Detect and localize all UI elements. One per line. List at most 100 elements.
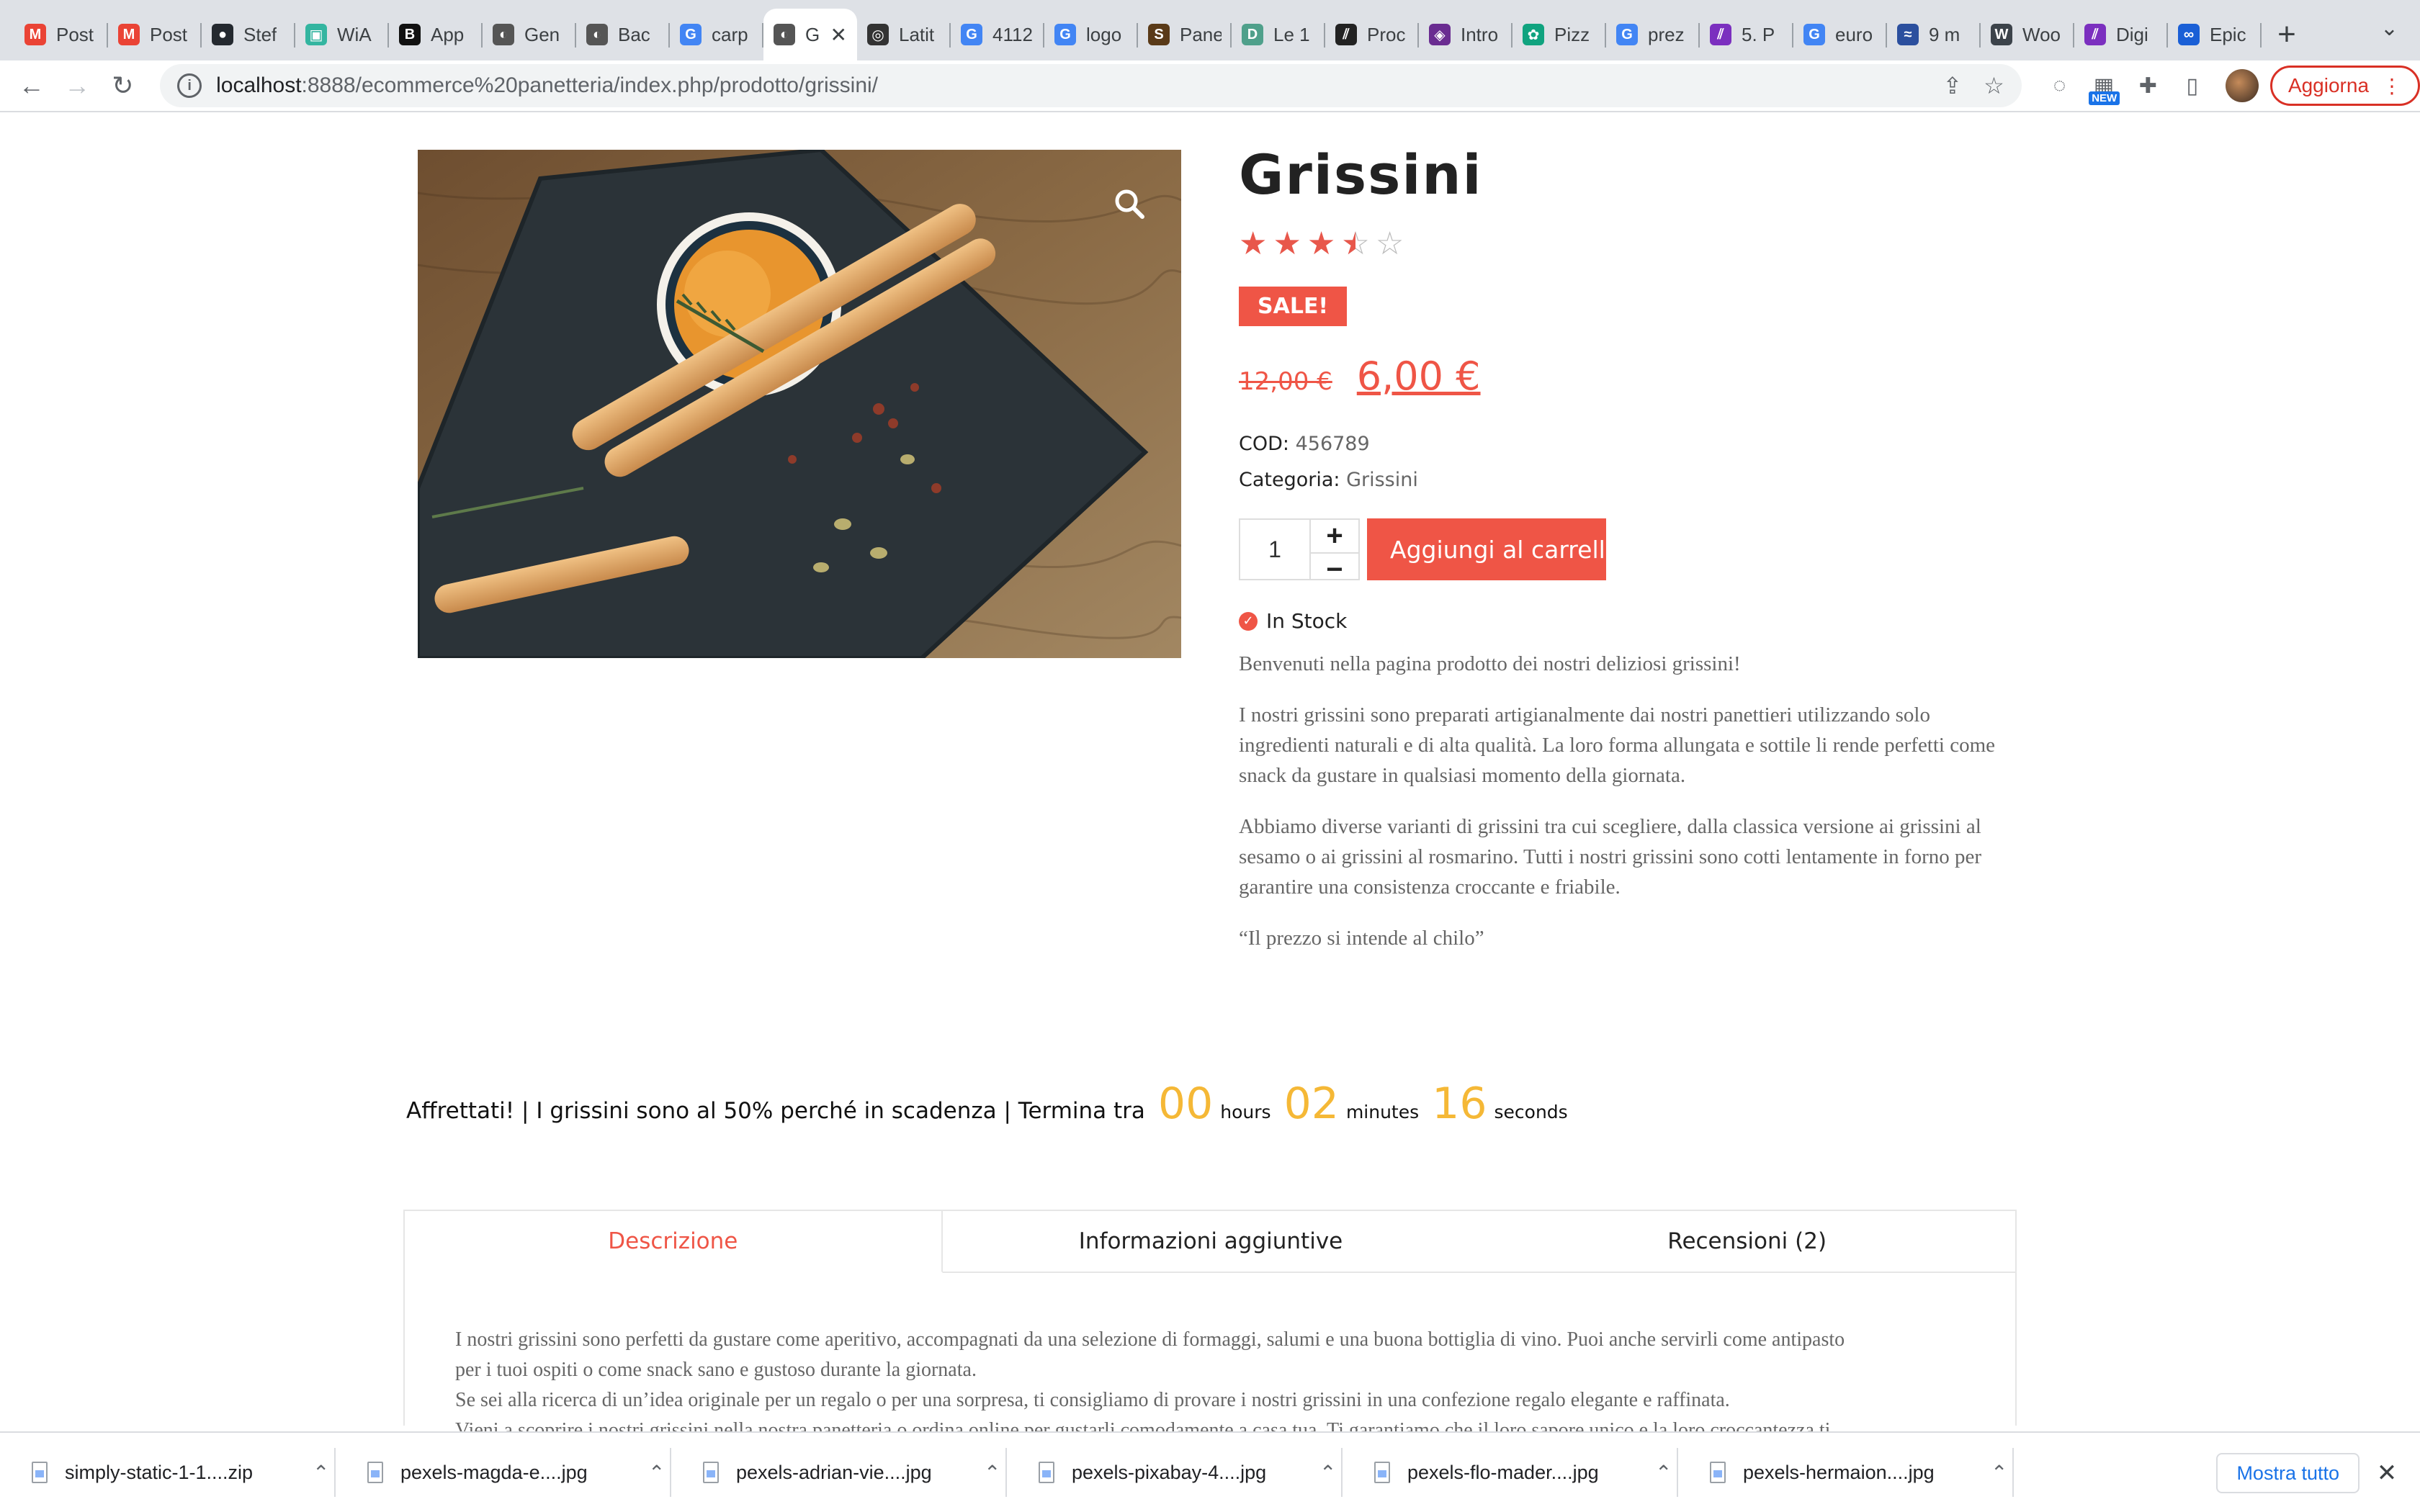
- product-image[interactable]: [418, 150, 1181, 658]
- url-text[interactable]: localhost:8888/ecommerce%20panetteria/in…: [216, 73, 1921, 98]
- quantity-plus-button[interactable]: +: [1311, 520, 1358, 554]
- browser-tab[interactable]: Geuro: [1793, 9, 1887, 60]
- browser-tab[interactable]: ◈ Intro: [1419, 9, 1512, 60]
- download-shelf: simply-static-1-1....zip ⌃ pexels-magda-e.…: [0, 1431, 2420, 1512]
- tab-search-chevron-icon[interactable]: ⌄: [2380, 16, 2398, 41]
- download-item[interactable]: pexels-magda-e....jpg ⌃: [336, 1432, 671, 1512]
- reload-button[interactable]: ↻: [100, 63, 145, 109]
- chevron-up-icon[interactable]: ⌃: [1319, 1461, 1336, 1485]
- browser-tab[interactable]: Gprez: [1606, 9, 1700, 60]
- side-panel-icon[interactable]: ▯: [2170, 63, 2214, 108]
- tab-title: Le 1: [1273, 23, 1310, 45]
- download-filename: pexels-adrian-vie....jpg: [736, 1461, 932, 1483]
- download-item[interactable]: pexels-pixabay-4....jpg ⌃: [1007, 1432, 1343, 1512]
- bookmark-star-icon[interactable]: ☆: [1984, 72, 2004, 99]
- browser-tab[interactable]: ∞ Epic: [2168, 9, 2262, 60]
- tab-recensioni[interactable]: Recensioni (2): [1479, 1211, 2015, 1272]
- tab-informazioni-aggiuntive[interactable]: Informazioni aggiuntive: [943, 1211, 1479, 1272]
- download-filename: pexels-pixabay-4....jpg: [1072, 1461, 1267, 1483]
- countdown-text: Affrettati! | I grissini sono al 50% per…: [406, 1098, 1145, 1124]
- google-icon: G: [1616, 24, 1638, 45]
- category-link[interactable]: Grissini: [1346, 469, 1418, 491]
- browser-tab[interactable]: Gcarp: [670, 9, 763, 60]
- chevron-up-icon[interactable]: ⌃: [313, 1461, 329, 1485]
- chevron-up-icon[interactable]: ⌃: [1991, 1461, 2007, 1485]
- browser-tab[interactable]: M Post: [14, 9, 108, 60]
- google-icon: G: [961, 24, 982, 45]
- sale-badge: SALE!: [1239, 287, 1348, 326]
- browser-toolbar: ← → ↻ i localhost:8888/ecommerce%20panet…: [0, 60, 2420, 112]
- add-to-cart-button[interactable]: Aggiungi al carrello: [1367, 518, 1606, 580]
- browser-tab[interactable]: ≈9 m: [1887, 9, 1981, 60]
- share-icon[interactable]: ⇪: [1942, 72, 1962, 99]
- browser-tab-strip: M Post M Post ● Stef ▣ WiA B App ◐ Gen ◐ Bac Gcarp ◐ G ✕ ◎…: [0, 0, 2420, 60]
- tab-title: Post: [150, 23, 188, 45]
- download-item[interactable]: pexels-hermaion....jpg ⌃: [1678, 1432, 2014, 1512]
- countdown-minutes: 02: [1283, 1079, 1339, 1129]
- site-info-icon[interactable]: i: [177, 73, 202, 98]
- short-description: Benvenuti nella pagina prodotto dei nost…: [1239, 649, 2002, 953]
- sale-price: 6,00 €: [1356, 354, 1481, 399]
- show-all-downloads-button[interactable]: Mostra tutto: [2216, 1453, 2360, 1493]
- browser-tab[interactable]: G 4112: [951, 9, 1044, 60]
- tab-title: Intro: [1461, 23, 1499, 45]
- browser-tab[interactable]: ● Stef: [202, 9, 295, 60]
- extensions-puzzle-icon[interactable]: ✚: [2126, 63, 2170, 108]
- browser-tab[interactable]: ⫽ Digi: [2074, 9, 2168, 60]
- browser-tab[interactable]: ◎ Latit: [857, 9, 951, 60]
- tab-title: logo: [1086, 23, 1122, 45]
- quantity-stepper: + −: [1311, 518, 1360, 585]
- new-extension-icon[interactable]: ▦ NEW: [2081, 63, 2125, 108]
- profile-avatar[interactable]: [2226, 69, 2259, 102]
- slash-icon: ⫽: [2084, 24, 2106, 45]
- browser-tab[interactable]: D Le 1: [1232, 9, 1325, 60]
- description-paragraph: I nostri grissini sono preparati artigia…: [1239, 703, 1996, 787]
- tab-title: Bac: [618, 23, 650, 45]
- browser-tab[interactable]: S Pane: [1138, 9, 1232, 60]
- browser-tab[interactable]: ⫽ 5. P: [1700, 9, 1793, 60]
- tab-title: 9 m: [1929, 23, 1960, 45]
- tab-title: WiA: [337, 23, 372, 45]
- download-item[interactable]: pexels-adrian-vie....jpg ⌃: [671, 1432, 1007, 1512]
- tab-panel-descrizione: I nostri grissini sono perfetti da gusta…: [405, 1273, 2015, 1446]
- star-rating[interactable]: ★★★☆★☆: [1239, 225, 2002, 262]
- tab-title: Proc: [1367, 23, 1406, 45]
- chevron-up-icon[interactable]: ⌃: [984, 1461, 1000, 1485]
- close-icon[interactable]: ✕: [2367, 1453, 2407, 1493]
- address-bar[interactable]: i localhost:8888/ecommerce%20panetteria/…: [160, 64, 2022, 107]
- download-item[interactable]: pexels-flo-mader....jpg ⌃: [1343, 1432, 1678, 1512]
- zoom-magnifier-icon[interactable]: [1108, 182, 1151, 225]
- close-tab-icon[interactable]: ✕: [830, 23, 847, 47]
- download-item[interactable]: simply-static-1-1....zip ⌃: [0, 1432, 336, 1512]
- quantity-minus-button[interactable]: −: [1311, 554, 1358, 586]
- chevron-up-icon[interactable]: ⌃: [1655, 1461, 1672, 1485]
- chat-extension-icon[interactable]: ◌: [2038, 63, 2081, 108]
- browser-tab[interactable]: ⫽ Proc: [1325, 9, 1419, 60]
- browser-tab[interactable]: W Woo: [1981, 9, 2074, 60]
- forward-button[interactable]: →: [54, 63, 99, 109]
- download-filename: pexels-hermaion....jpg: [1743, 1461, 1935, 1483]
- browser-tab[interactable]: ✿ Pizz: [1512, 9, 1606, 60]
- description-paragraph: Benvenuti nella pagina prodotto dei nost…: [1239, 652, 1741, 675]
- sku-row: COD: 456789: [1239, 426, 2002, 462]
- browser-tab[interactable]: ◐ G ✕: [763, 9, 857, 60]
- back-button[interactable]: ←: [9, 63, 54, 109]
- intro-icon: ◈: [1429, 24, 1451, 45]
- regular-price: 12,00 €: [1239, 367, 1332, 396]
- update-button[interactable]: Aggiorna ⋮: [2269, 66, 2420, 106]
- sale-countdown: Affrettati! | I grissini sono al 50% per…: [406, 1079, 1568, 1129]
- browser-tab[interactable]: Glogo: [1044, 9, 1138, 60]
- browser-tab[interactable]: ▣ WiA: [295, 9, 389, 60]
- browser-tab[interactable]: M Post: [108, 9, 202, 60]
- wia-icon: ▣: [305, 24, 327, 45]
- epic-icon: ∞: [2178, 24, 2200, 45]
- github-icon: ●: [212, 24, 233, 45]
- browser-tab[interactable]: ◐ Bac: [576, 9, 670, 60]
- chevron-up-icon[interactable]: ⌃: [648, 1461, 665, 1485]
- browser-tab[interactable]: ◐ Gen: [483, 9, 576, 60]
- quantity-input[interactable]: 1: [1239, 518, 1311, 580]
- tab-descrizione[interactable]: Descrizione: [405, 1211, 943, 1273]
- new-tab-button[interactable]: +: [2262, 9, 2312, 60]
- check-circle-icon: ✓: [1239, 611, 1258, 631]
- browser-tab[interactable]: B App: [389, 9, 483, 60]
